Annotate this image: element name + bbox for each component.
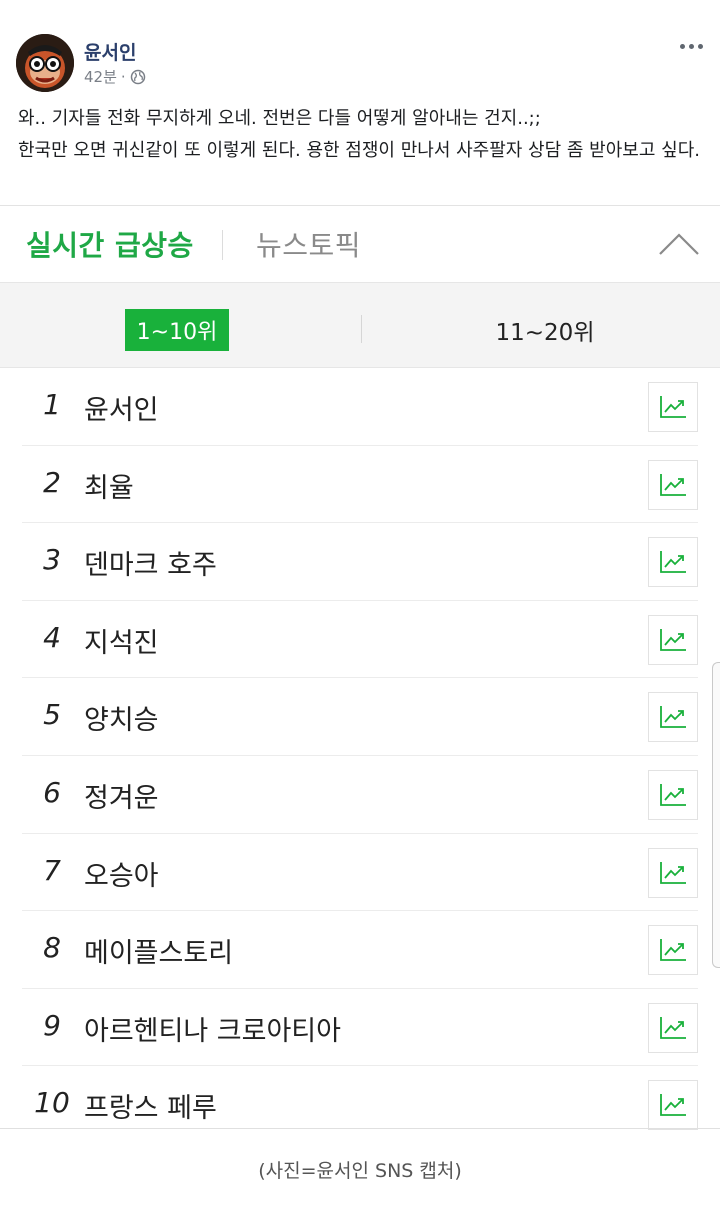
- rank-row[interactable]: 8 메이플스토리: [22, 911, 698, 989]
- rank-row[interactable]: 7 오승아: [22, 834, 698, 912]
- trend-chart-icon[interactable]: [648, 537, 698, 588]
- rank-number: 10: [34, 1086, 70, 1120]
- trend-chart-icon[interactable]: [648, 459, 698, 510]
- page-scrollbar[interactable]: [712, 662, 720, 968]
- rank-row[interactable]: 10 프랑스 페루: [22, 1066, 698, 1144]
- range-11-20-button[interactable]: 11~20위: [470, 313, 620, 347]
- trend-chart-icon[interactable]: [648, 692, 698, 743]
- rank-keyword[interactable]: 메이플스토리: [84, 931, 233, 970]
- rank-keyword[interactable]: 프랑스 페루: [84, 1086, 217, 1125]
- post-line-2: 한국만 오면 귀신같이 또 이렇게 된다. 용한 점쟁이 만나서 사주팔자 상담…: [18, 140, 700, 161]
- meta-separator: ·: [120, 67, 126, 86]
- rank-number: 1: [43, 388, 61, 421]
- rank-keyword[interactable]: 양치승: [84, 698, 159, 737]
- rank-row[interactable]: 4 지석진: [22, 601, 698, 679]
- post-text: 와.. 기자들 전화 무지하게 오네. 전번은 다들 어떻게 알아내는 건지..…: [18, 104, 708, 168]
- rank-keyword[interactable]: 덴마크 호주: [84, 543, 217, 582]
- rank-keyword[interactable]: 최율: [84, 466, 134, 505]
- rank-list: 1 윤서인 2 최율 3 덴마크 호주 4 지석진 5 양치승 6 정겨운 7 …: [0, 368, 720, 1144]
- rank-number: 3: [43, 543, 61, 577]
- trend-chart-icon[interactable]: [648, 847, 698, 898]
- globe-icon[interactable]: [130, 69, 146, 85]
- rank-row[interactable]: 1 윤서인: [22, 368, 698, 446]
- trend-chart-icon[interactable]: [648, 382, 698, 432]
- post-meta: 42분 ·: [84, 66, 146, 87]
- rank-row[interactable]: 9 아르헨티나 크로아티아: [22, 989, 698, 1067]
- rank-number: 6: [43, 775, 61, 809]
- trend-chart-icon[interactable]: [648, 614, 698, 665]
- rank-number: 5: [43, 698, 61, 732]
- author-name[interactable]: 윤서인: [84, 38, 136, 65]
- rank-keyword[interactable]: 정겨운: [84, 776, 159, 815]
- rank-keyword[interactable]: 오승아: [84, 854, 159, 893]
- trend-chart-icon[interactable]: [648, 925, 698, 976]
- rank-keyword[interactable]: 윤서인: [84, 388, 159, 427]
- tab-news-topic[interactable]: 뉴스토픽: [256, 224, 361, 264]
- rank-number: 8: [43, 931, 61, 965]
- range-divider: [361, 315, 362, 343]
- post-time[interactable]: 42분: [84, 66, 117, 87]
- rank-row[interactable]: 5 양치승: [22, 678, 698, 756]
- more-icon[interactable]: [676, 36, 706, 56]
- rank-keyword[interactable]: 아르헨티나 크로아티아: [84, 1009, 341, 1048]
- photo-caption: (사진=윤서인 SNS 캡처): [258, 1160, 462, 1182]
- rank-row[interactable]: 6 정겨운: [22, 756, 698, 834]
- trend-chart-icon[interactable]: [648, 1002, 698, 1053]
- rank-row[interactable]: 3 덴마크 호주: [22, 523, 698, 601]
- rank-number: 4: [43, 620, 61, 654]
- rank-number: 2: [43, 465, 61, 499]
- embed-divider: [0, 1128, 720, 1129]
- chevron-up-icon[interactable]: [656, 228, 702, 258]
- trend-chart-icon[interactable]: [648, 1080, 698, 1131]
- tab-divider: [222, 230, 223, 260]
- range-1-10-button[interactable]: 1~10위: [125, 309, 229, 351]
- ranking-screenshot: 실시간 급상승 뉴스토픽 1~10위 11~20위 1 윤서인 2 최율 3 덴…: [0, 205, 720, 1131]
- avatar[interactable]: [16, 34, 74, 92]
- post-line-1: 와.. 기자들 전화 무지하게 오네. 전번은 다들 어떻게 알아내는 건지..…: [18, 108, 541, 129]
- trend-chart-icon[interactable]: [648, 769, 698, 820]
- range-selector: 1~10위 11~20위: [0, 282, 720, 368]
- rank-number: 9: [43, 1008, 61, 1042]
- tab-realtime-rising[interactable]: 실시간 급상승: [26, 224, 194, 264]
- rank-number: 7: [43, 853, 61, 887]
- ranking-tabbar: 실시간 급상승 뉴스토픽: [0, 206, 720, 282]
- post-header: 윤서인 42분 ·: [0, 0, 720, 100]
- rank-keyword[interactable]: 지석진: [84, 621, 159, 660]
- rank-row[interactable]: 2 최율: [22, 446, 698, 524]
